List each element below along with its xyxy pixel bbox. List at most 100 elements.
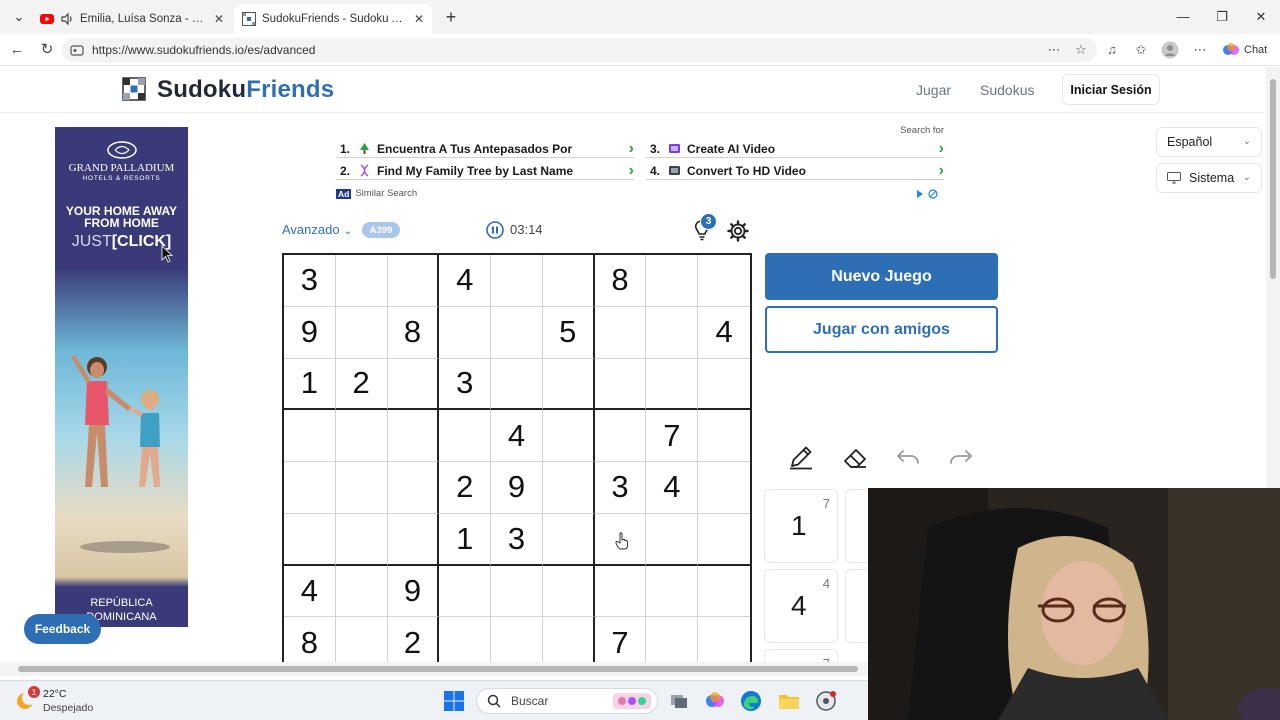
edge-browser-icon[interactable] — [740, 690, 762, 712]
close-tab-icon[interactable]: ✕ — [414, 12, 424, 26]
eraser-icon[interactable] — [841, 443, 869, 471]
adchoices-icon[interactable] — [916, 189, 940, 199]
sudoku-cell-r4c4[interactable] — [439, 410, 492, 463]
sudoku-cell-r3c7[interactable] — [594, 358, 647, 411]
login-button[interactable]: Iniciar Sesión — [1062, 74, 1160, 105]
sudoku-cell-r3c6[interactable] — [542, 358, 595, 411]
sudoku-cell-r7c9[interactable] — [698, 566, 750, 618]
sudoku-cell-r8c9[interactable] — [698, 617, 750, 662]
numpad-key-7[interactable]: 7 — [764, 649, 838, 662]
sudoku-cell-r4c9[interactable] — [698, 410, 750, 463]
sudoku-cell-r1c8[interactable] — [646, 255, 699, 307]
sudoku-cell-r5c2[interactable] — [335, 462, 388, 514]
sudoku-cell-r1c6[interactable] — [542, 255, 595, 307]
sudoku-cell-r3c1[interactable]: 1 — [284, 358, 336, 411]
sudoku-cell-r4c2[interactable] — [335, 410, 388, 463]
sudoku-cell-r3c2[interactable]: 2 — [335, 358, 388, 411]
file-explorer-icon[interactable] — [778, 690, 800, 712]
sudoku-cell-r2c1[interactable]: 9 — [284, 306, 336, 359]
tab-sudokufriends[interactable]: SudokuFriends - Sudoku Avanzado ✕ — [234, 4, 432, 34]
reload-icon[interactable]: ↻ — [36, 40, 58, 60]
favorites-icon[interactable]: ✩ — [1131, 41, 1151, 59]
play-with-friends-button[interactable]: Jugar con amigos — [765, 306, 998, 353]
speaker-icon[interactable] — [60, 12, 74, 26]
sudoku-cell-r7c3[interactable]: 9 — [387, 565, 440, 618]
sudoku-cell-r8c5[interactable] — [491, 617, 543, 662]
sudoku-cell-r8c7[interactable]: 7 — [595, 617, 647, 662]
pencil-notes-icon[interactable] — [787, 443, 815, 471]
sudoku-cell-r5c6[interactable] — [542, 462, 595, 514]
task-view-icon[interactable] — [668, 690, 690, 712]
sudoku-cell-r2c8[interactable] — [646, 306, 699, 359]
sudoku-cell-r3c5[interactable] — [491, 358, 543, 411]
settings-menu-icon[interactable]: ⋯ — [1190, 41, 1210, 59]
numpad-key-1[interactable]: 1 7 — [764, 489, 838, 563]
sudoku-cell-r3c4[interactable]: 3 — [439, 358, 492, 411]
weather-temperature[interactable]: 22°C — [43, 688, 66, 700]
sudoku-cell-r4c6[interactable] — [542, 410, 595, 463]
theme-select[interactable]: Sistema ⌄ — [1156, 163, 1262, 193]
ad-link-4[interactable]: 4. Convert To HD Video › — [646, 162, 944, 180]
window-close-icon[interactable]: ✕ — [1246, 6, 1276, 28]
sudoku-cell-r2c7[interactable] — [594, 306, 647, 359]
nav-jugar[interactable]: Jugar — [916, 82, 951, 98]
windows-start-icon[interactable] — [443, 690, 465, 712]
sudoku-cell-r8c3[interactable]: 2 — [388, 617, 440, 662]
back-icon[interactable]: ← — [6, 40, 28, 60]
sudoku-cell-r5c5[interactable]: 9 — [491, 462, 543, 514]
sudoku-cell-r4c3[interactable] — [387, 410, 440, 463]
language-select[interactable]: Español ⌄ — [1156, 127, 1262, 157]
sudoku-cell-r6c6[interactable] — [542, 513, 595, 566]
more-options-circle-icon[interactable]: ⋯ — [1044, 41, 1064, 59]
sudoku-cell-r8c8[interactable] — [646, 617, 699, 662]
sudoku-cell-r2c4[interactable] — [439, 306, 492, 359]
sudoku-cell-r5c8[interactable]: 4 — [646, 462, 699, 514]
recording-app-icon[interactable] — [815, 690, 837, 712]
sudoku-cell-r3c3[interactable] — [387, 358, 440, 411]
sudoku-cell-r4c1[interactable] — [284, 410, 336, 463]
sudoku-cell-r1c7[interactable]: 8 — [594, 255, 647, 307]
difficulty-dropdown[interactable]: Avanzado ⌄ — [282, 222, 352, 237]
numpad-key-4[interactable]: 4 4 — [764, 569, 838, 643]
sudoku-cell-r7c1[interactable]: 4 — [284, 565, 336, 618]
tab-youtube[interactable]: Emilia, Luísa Sonza - bunda ✕ — [32, 4, 232, 34]
nav-sudokus[interactable]: Sudokus — [980, 82, 1034, 98]
copilot-taskbar-icon[interactable] — [704, 690, 726, 712]
sudoku-cell-r5c7[interactable]: 3 — [594, 462, 647, 514]
ad-link-3[interactable]: 3. Create AI Video › — [646, 140, 944, 158]
sudoku-cell-r1c2[interactable] — [335, 255, 388, 307]
profile-avatar-icon[interactable] — [1160, 41, 1180, 59]
taskbar-search[interactable]: Buscar — [476, 688, 658, 714]
copilot-chat-button[interactable]: Chat — [1222, 41, 1272, 59]
sudoku-cell-r3c9[interactable] — [698, 359, 750, 411]
sudoku-cell-r6c5[interactable]: 3 — [491, 513, 543, 566]
sudoku-cell-r6c2[interactable] — [335, 513, 388, 566]
gear-icon[interactable] — [727, 220, 749, 242]
sudoku-cell-r7c2[interactable] — [335, 565, 388, 618]
feedback-button[interactable]: Feedback — [24, 614, 101, 644]
site-logo-text[interactable]: SudokuFriends — [157, 76, 334, 104]
undo-icon[interactable] — [894, 443, 922, 471]
sudoku-cell-r2c2[interactable] — [335, 306, 388, 359]
sudoku-cell-r7c8[interactable] — [646, 565, 699, 618]
sudoku-cell-r6c8[interactable] — [646, 513, 699, 566]
sudoku-cell-r6c4[interactable]: 1 — [439, 513, 492, 566]
site-info-icon[interactable] — [70, 43, 84, 57]
minimize-icon[interactable]: — — [1168, 6, 1198, 28]
new-game-button[interactable]: Nuevo Juego — [765, 253, 998, 300]
maximize-icon[interactable]: ❐ — [1207, 6, 1237, 28]
sudoku-cell-r5c3[interactable] — [387, 462, 440, 514]
sudoku-cell-r1c3[interactable] — [387, 255, 440, 307]
tab-list-chevron-icon[interactable]: ⌄ — [4, 6, 34, 28]
sudoku-cell-r2c3[interactable]: 8 — [387, 306, 440, 359]
new-tab-icon[interactable]: + — [436, 6, 466, 28]
sudoku-cell-r2c5[interactable] — [491, 306, 543, 359]
sudoku-cell-r1c5[interactable] — [491, 255, 543, 307]
scrollbar-thumb[interactable] — [1270, 79, 1276, 279]
sudoku-cell-r4c7[interactable] — [594, 410, 647, 463]
sudoku-cell-r5c1[interactable] — [284, 462, 336, 514]
sudoku-cell-r3c8[interactable] — [646, 358, 699, 411]
sudoku-cell-r7c6[interactable] — [542, 565, 595, 618]
pause-icon[interactable] — [486, 221, 504, 239]
ad-link-1[interactable]: 1. Encuentra A Tus Antepasados Por › — [336, 140, 634, 158]
